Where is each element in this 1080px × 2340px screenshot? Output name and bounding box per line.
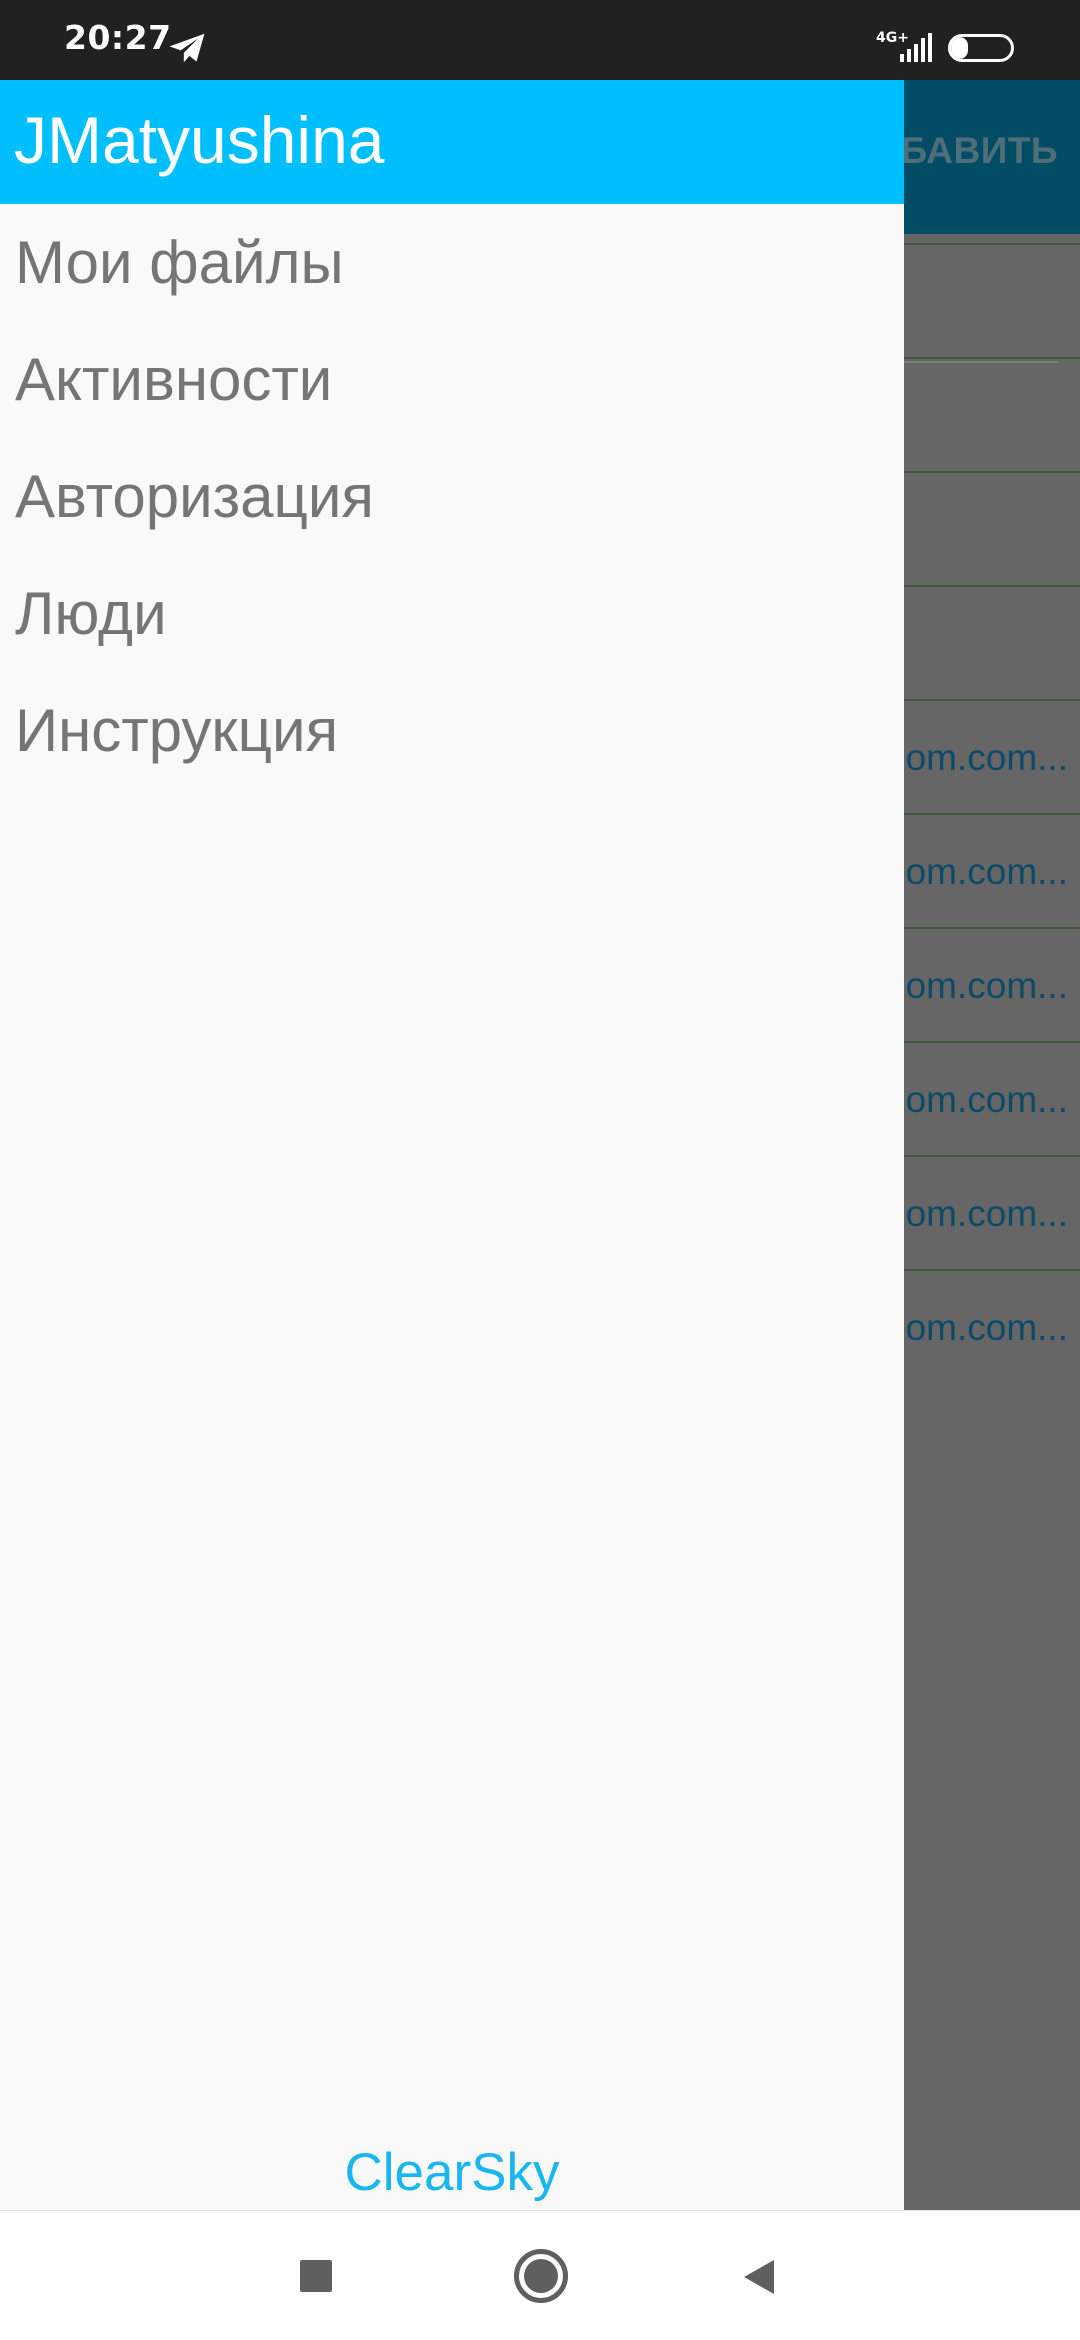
- back-icon[interactable]: [740, 2257, 780, 2297]
- navigation-bar: [0, 2210, 1080, 2340]
- navigation-drawer: JMatyushina Мои файлы Активности Авториз…: [0, 80, 904, 2210]
- status-bar: 20:27 4G+ 28: [0, 0, 1080, 80]
- list-item-text: om.com...: [905, 1079, 1068, 1120]
- add-button[interactable]: БАВИТЬ: [901, 130, 1058, 172]
- telegram-icon: [169, 33, 205, 63]
- list-item: [880, 357, 1080, 471]
- list-item-text: om.com...: [905, 737, 1068, 778]
- list-item-text: om.com...: [905, 965, 1068, 1006]
- list-item: om.com...: [880, 927, 1080, 1041]
- drawer-item-instructions[interactable]: Инструкция: [0, 672, 904, 789]
- battery-icon: 28: [948, 34, 1014, 62]
- list-item: om.com...: [880, 813, 1080, 927]
- drawer-header: JMatyushina: [0, 80, 904, 204]
- list-item: [880, 243, 1080, 357]
- list-item-text: om.com...: [905, 851, 1068, 892]
- list-item: [880, 585, 1080, 699]
- list-item-text: om.com...: [905, 1307, 1068, 1348]
- list-item: om.com...: [880, 1269, 1080, 1383]
- drawer-item-my-files[interactable]: Мои файлы: [0, 204, 904, 321]
- drawer-username: JMatyushina: [14, 103, 385, 177]
- recents-icon[interactable]: [300, 2260, 332, 2292]
- drawer-item-people[interactable]: Люди: [0, 555, 904, 672]
- list-item: [880, 471, 1080, 585]
- drawer-menu: Мои файлы Активности Авторизация Люди Ин…: [0, 204, 904, 789]
- list-item: om.com...: [880, 1041, 1080, 1155]
- drawer-footer-brand: ClearSky: [344, 2143, 560, 2202]
- home-icon-inner: [524, 2259, 558, 2293]
- home-icon[interactable]: [514, 2249, 568, 2303]
- list-item: om.com...: [880, 699, 1080, 813]
- battery-level: 28: [966, 36, 996, 60]
- drawer-item-authorization[interactable]: Авторизация: [0, 438, 904, 555]
- drawer-item-activities[interactable]: Активности: [0, 321, 904, 438]
- list-item: om.com...: [880, 1155, 1080, 1269]
- status-time: 20:27: [64, 18, 172, 57]
- list-item-text: om.com...: [905, 1193, 1068, 1234]
- signal-icon: [900, 33, 932, 62]
